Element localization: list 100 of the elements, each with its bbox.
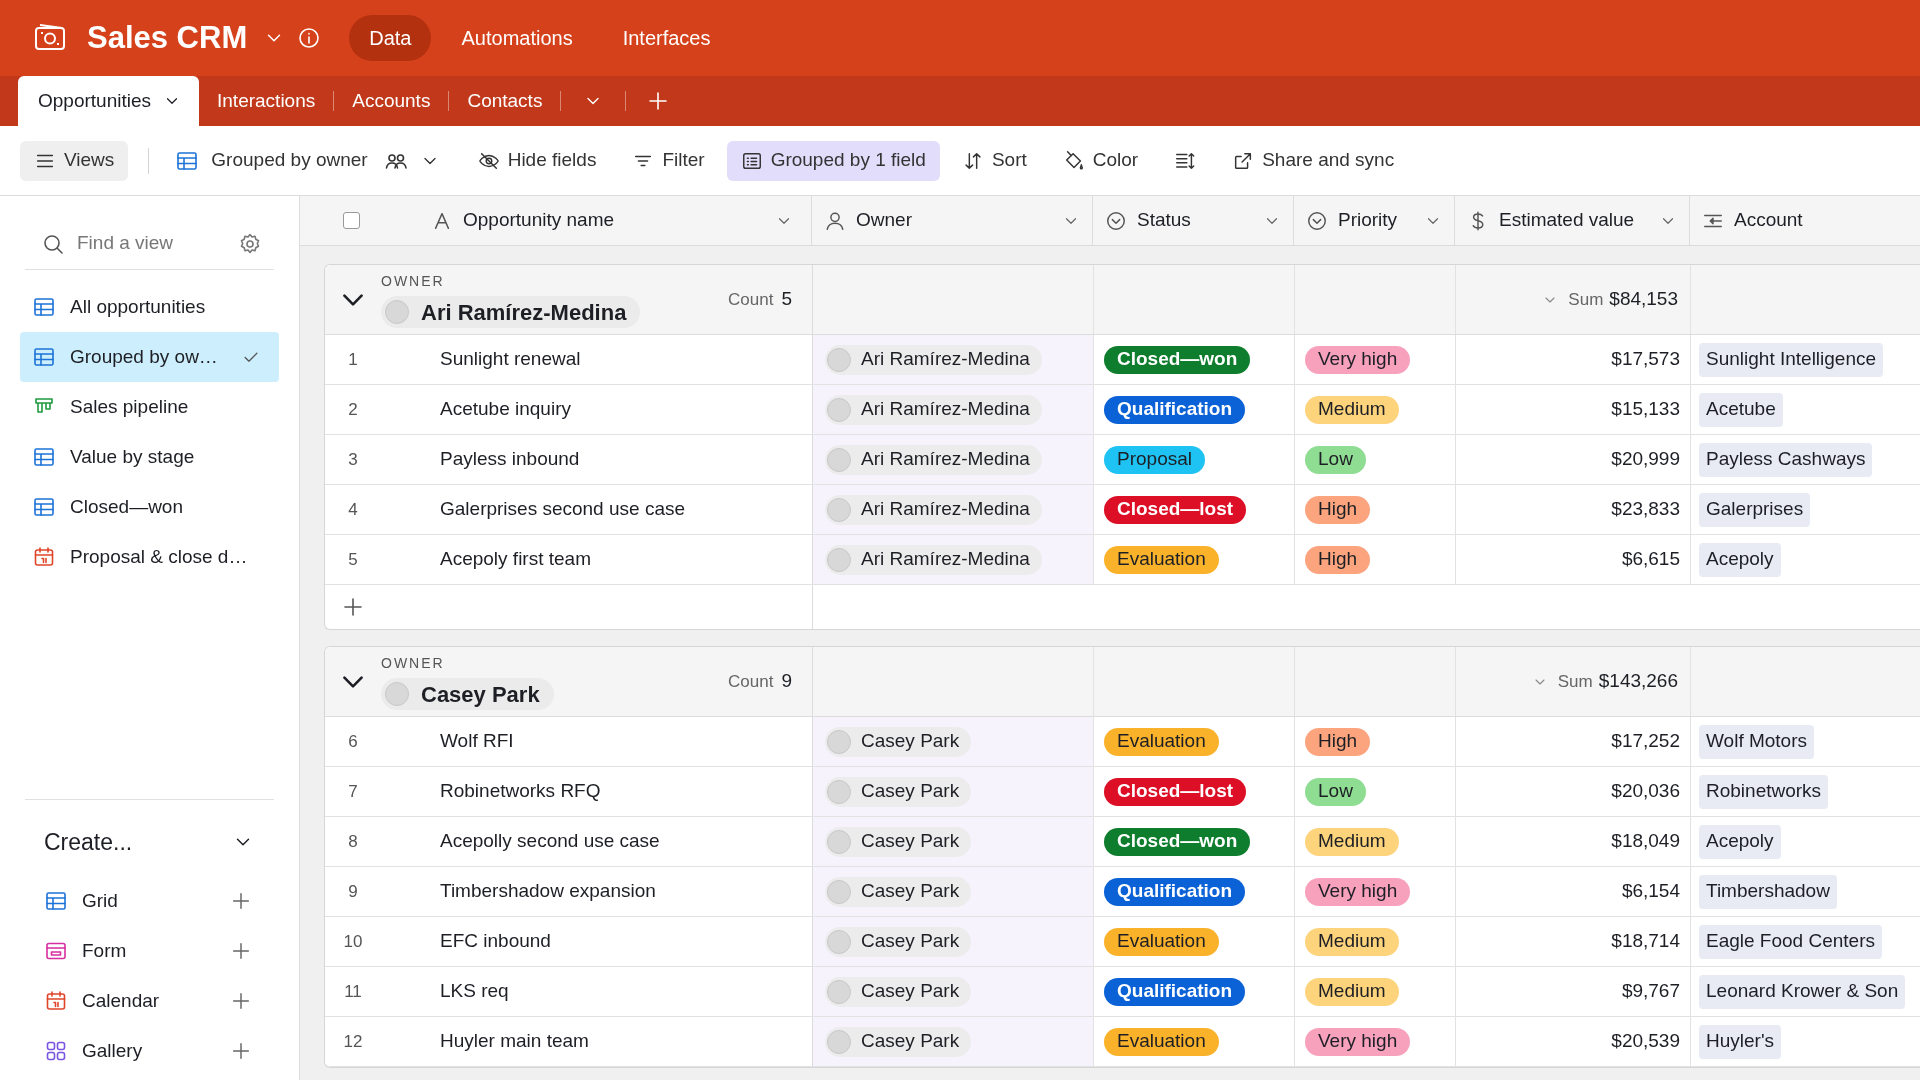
table-cell-text: Timbershadow expansion [440,879,656,904]
nav-tab[interactable]: Automations [441,15,593,61]
table-tab[interactable]: Opportunities [18,76,199,126]
row-number: 7 [347,780,359,803]
priority-tag: Medium [1305,395,1399,424]
table-cell-text: EFC inbound [440,929,551,954]
row-number: 6 [347,730,359,753]
table-cell-text: $6,154 [1621,879,1680,904]
sum-label: Sum [1568,288,1604,311]
column-header[interactable]: Status [1105,206,1253,235]
plus-icon[interactable] [230,1040,252,1062]
create-item[interactable]: Form [82,936,216,966]
info-icon[interactable] [297,26,322,50]
status-tag: Qualification [1104,877,1246,906]
status-tag: Evaluation [1104,927,1219,956]
table-cell-text: Acepoly first team [440,547,591,572]
view-item[interactable]: Grouped by ow… [20,332,279,382]
table-cell-text: $20,539 [1611,1029,1680,1054]
calendar-icon [44,989,68,1013]
create-item[interactable]: Gallery [82,1036,216,1066]
priority-tag: Medium [1305,927,1399,956]
column-header[interactable]: Opportunity name [431,206,775,235]
table-cell-text: Robinetworks RFQ [440,779,601,804]
column-header[interactable]: Account [1702,206,1920,235]
table-tab[interactable]: Accounts [334,76,449,126]
status-tag: Closed—lost [1104,777,1247,806]
view-item[interactable]: Closed—won [20,482,279,532]
toolbar-button[interactable]: Filter [618,140,719,181]
toolbar-button[interactable]: Hide fields [463,140,611,181]
group-owner-chip: Casey Park [381,678,554,710]
row-number: 8 [347,830,359,853]
search-field[interactable]: Find a view [77,229,226,258]
avatar-icon [827,779,851,804]
account-chip: Galerprises [1699,492,1811,527]
row-number: 3 [347,448,359,471]
create-item[interactable]: Grid [82,886,216,916]
group-toggle[interactable] [343,293,363,306]
owner-chip: Casey Park [825,976,972,1007]
account-chip: Huyler's [1699,1024,1782,1059]
status-tag: Qualification [1104,395,1246,424]
count-label: Count [728,288,774,311]
count-value: 5 [781,287,792,312]
row-number: 1 [347,348,359,371]
group-field-label: OWNER [381,654,445,673]
count-label: Count [728,670,774,693]
table-cell-text: LKS req [440,979,509,1004]
row-number: 11 [343,980,363,1003]
avatar-icon [827,547,851,572]
priority-tag: High [1305,495,1371,524]
plus-icon[interactable] [230,940,252,962]
table-cell-text: Acetube inquiry [440,397,571,422]
nav-tab[interactable]: Interfaces [602,15,731,61]
group-toggle[interactable] [343,675,363,688]
table-cell-text: $20,036 [1611,779,1680,804]
table-cell-text: $9,767 [1621,979,1680,1004]
column-header[interactable]: Priority [1306,206,1414,235]
table-icon [32,295,56,319]
nav-tab[interactable]: Data [349,15,432,61]
create-item[interactable]: Calendar [82,986,216,1016]
priority-tag: Low [1305,445,1366,474]
toolbar-button[interactable]: Share and sync [1218,140,1409,181]
toolbar-button[interactable]: Color [1048,140,1153,181]
owner-chip: Ari Ramírez-Medina [825,494,1042,525]
table-cell-text: $18,049 [1611,829,1680,854]
column-header[interactable]: Owner [824,206,1052,235]
account-chip: Robinetworks [1699,774,1829,809]
avatar-icon [385,300,409,324]
view-item[interactable]: Sales pipeline [20,382,279,432]
app-logo-icon[interactable] [34,23,68,53]
account-chip: Payless Cashways [1699,442,1873,477]
owner-chip: Casey Park [825,1026,972,1057]
owner-chip: Casey Park [825,826,972,857]
table-tab[interactable]: Contacts [449,76,561,126]
views-button[interactable]: Views [20,140,129,181]
plus-icon[interactable] [230,990,252,1012]
avatar-icon [385,682,409,706]
view-item[interactable]: Value by stage [20,432,279,482]
column-header[interactable]: Estimated value [1467,206,1649,235]
row-number: 5 [347,548,359,571]
account-chip: Leonard Krower & Son [1699,974,1906,1009]
table-tab[interactable]: Interactions [199,76,334,126]
plus-icon[interactable] [341,595,365,619]
settings-icon[interactable] [238,231,262,256]
plus-icon[interactable] [230,890,252,912]
table-cell-text: $15,133 [1611,397,1680,422]
view-item[interactable]: Proposal & close d… [20,532,279,582]
sum-value: $84,153 [1609,287,1678,312]
group-field-label: OWNER [381,272,445,291]
table-cell-text: $20,999 [1611,447,1680,472]
status-tag: Closed—won [1104,827,1251,856]
select-all-checkbox[interactable] [343,212,360,229]
view-switcher[interactable]: Grouped by owner [175,146,440,175]
toolbar-button[interactable]: Grouped by 1 field [726,140,940,181]
view-item[interactable]: All opportunities [20,282,279,332]
priority-tag: Medium [1305,977,1399,1006]
priority-tag: Low [1305,777,1366,806]
avatar-icon [827,447,851,472]
create-heading: Create... [44,827,133,857]
status-tag: Evaluation [1104,545,1219,574]
toolbar-button[interactable]: Sort [947,140,1041,181]
